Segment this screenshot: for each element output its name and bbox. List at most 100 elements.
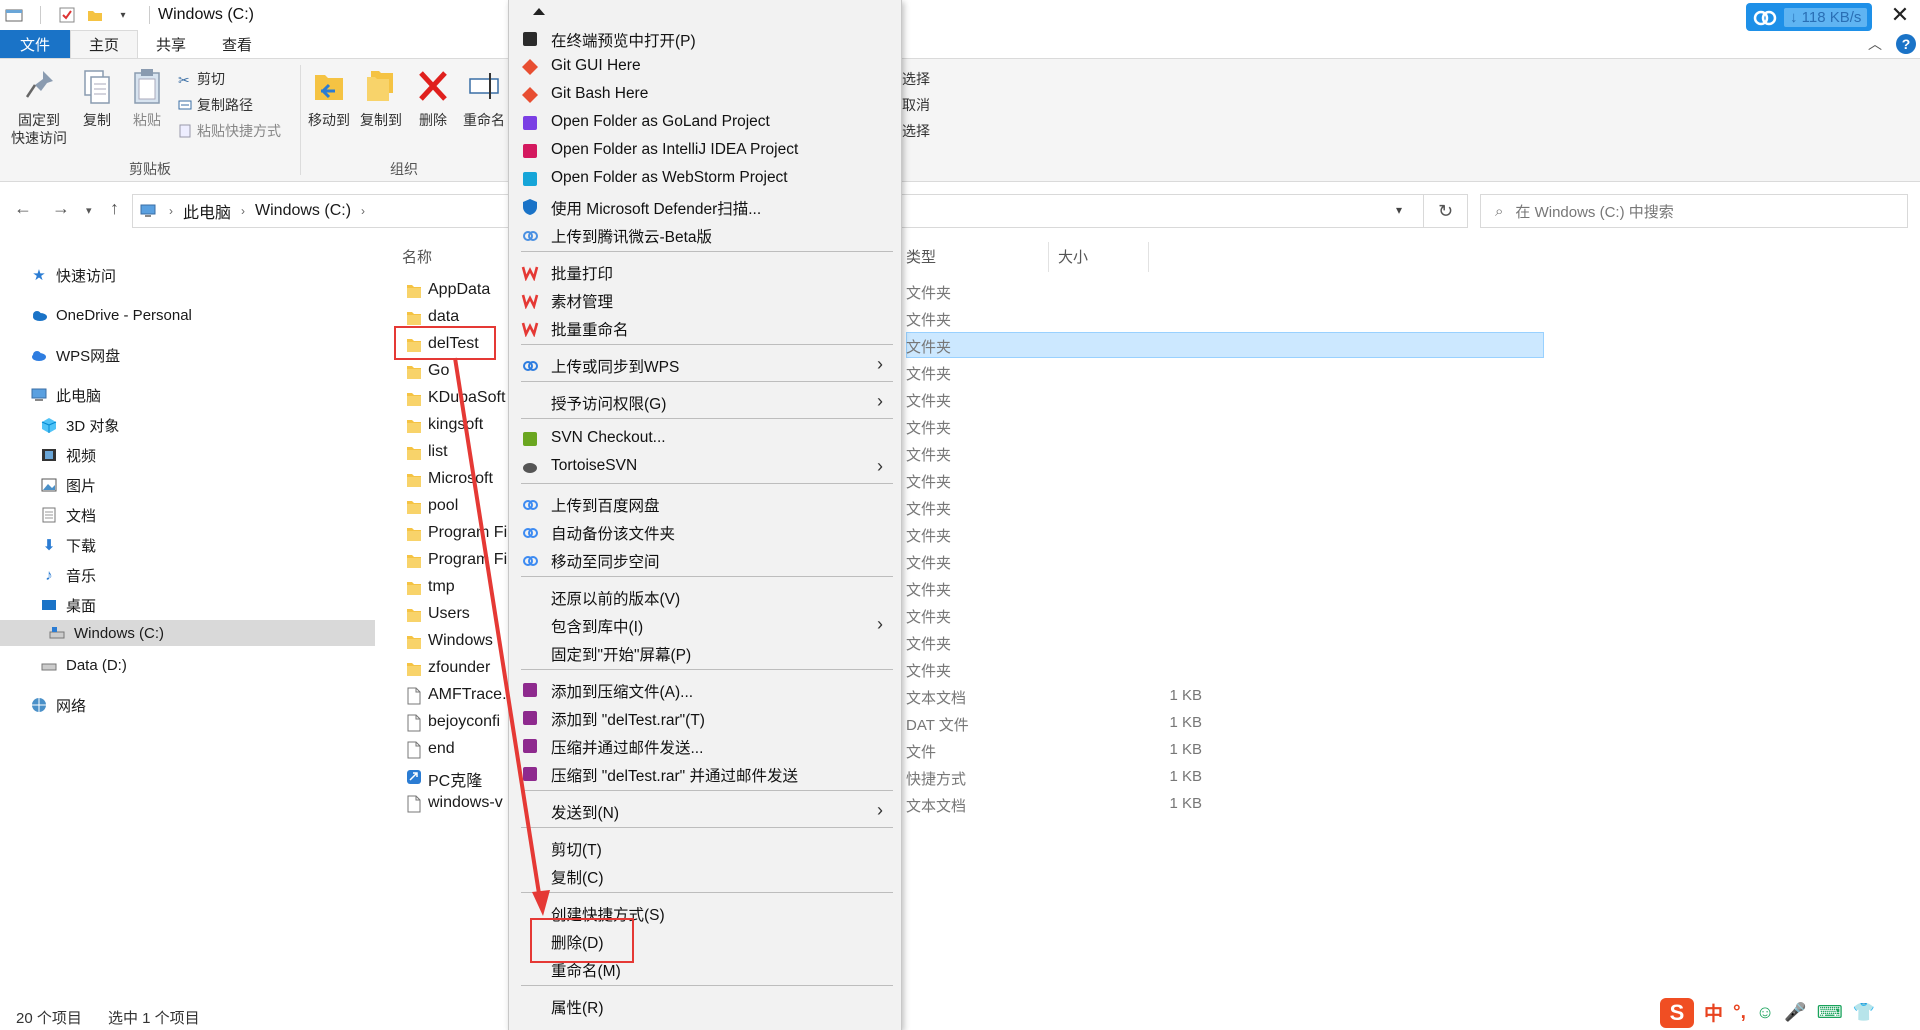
menu-item-label: 上传或同步到WPS — [551, 359, 680, 376]
menu-item[interactable]: 使用 Microsoft Defender扫描... — [509, 193, 903, 221]
properties-check-icon[interactable] — [57, 5, 77, 25]
sidebar-item-onedrive[interactable]: OneDrive - Personal — [30, 302, 192, 328]
back-arrow-icon[interactable]: ← — [14, 198, 32, 219]
forward-arrow-icon[interactable]: → — [52, 198, 70, 219]
copy-to-button[interactable]: 复制到 — [356, 67, 406, 129]
upload-speed-badge[interactable]: ↓ 118 KB/s — [1746, 3, 1872, 31]
sidebar-item-data-d[interactable]: Data (D:) — [40, 652, 127, 678]
column-header-name[interactable]: 名称 — [402, 246, 432, 267]
copy-path-button[interactable]: 复制路径 — [178, 95, 253, 115]
tab-file[interactable]: 文件 — [0, 30, 70, 58]
menu-item[interactable]: Git Bash Here — [509, 81, 903, 109]
skin-icon[interactable]: 👕 — [1853, 1002, 1875, 1023]
breadcrumb-windows-c[interactable]: Windows (C:) — [255, 202, 351, 220]
menu-item[interactable]: Git GUI Here — [509, 53, 903, 81]
copy-button[interactable]: 复制 — [76, 67, 118, 129]
menu-item[interactable]: 授予访问权限(G) › — [509, 388, 903, 416]
menu-item-label: 复制(C) — [551, 870, 604, 887]
cut-button[interactable]: ✂ 剪切 — [178, 69, 225, 89]
tab-home[interactable]: 主页 — [70, 30, 139, 58]
menu-item[interactable]: 移动至同步空间 — [509, 546, 903, 574]
sogou-ime-icon[interactable]: S — [1660, 997, 1694, 1028]
menu-item-label: 还原以前的版本(V) — [551, 591, 681, 608]
move-to-button[interactable]: 移动到 — [304, 67, 354, 129]
menu-item[interactable]: 素材管理 — [509, 286, 903, 314]
menu-item[interactable]: 自动备份该文件夹 — [509, 518, 903, 546]
download-icon: ⬇ — [42, 537, 56, 554]
recent-locations-chevron-icon[interactable]: ▾ — [86, 204, 92, 217]
sidebar-item-pictures[interactable]: 图片 — [40, 472, 96, 498]
menu-item[interactable]: 还原以前的版本(V) — [509, 583, 903, 611]
menu-item[interactable]: 在终端预览中打开(P) — [509, 25, 903, 53]
sidebar-item-network[interactable]: 网络 — [30, 692, 86, 718]
menu-item[interactable]: 上传或同步到WPS › — [509, 351, 903, 379]
svn-checkout-icon — [523, 432, 537, 446]
column-divider[interactable] — [1048, 242, 1049, 272]
ime-punctuation[interactable]: °, — [1733, 1002, 1746, 1024]
invert-selection-button[interactable]: 选择 — [902, 121, 930, 141]
menu-item[interactable]: Open Folder as WebStorm Project — [509, 165, 903, 193]
sidebar-item-downloads[interactable]: ⬇ 下载 — [40, 532, 96, 558]
menu-item[interactable]: Open Folder as IntelliJ IDEA Project — [509, 137, 903, 165]
help-icon[interactable]: ? — [1896, 34, 1916, 54]
submenu-chevron-icon: › — [877, 391, 883, 411]
breadcrumb-chevron-icon[interactable]: › — [361, 204, 365, 218]
menu-item[interactable]: 包含到库中(I) › — [509, 611, 903, 639]
breadcrumb-chevron-icon[interactable]: › — [169, 204, 173, 218]
sidebar-item-windows-c[interactable]: Windows (C:) — [0, 620, 375, 646]
menu-item[interactable]: 添加到压缩文件(A)... — [509, 676, 903, 704]
column-header-type[interactable]: 类型 — [906, 246, 936, 267]
menu-item[interactable]: 上传到百度网盘 — [509, 490, 903, 518]
delete-button[interactable]: 删除 — [412, 67, 454, 129]
tab-view[interactable]: 查看 — [204, 30, 270, 58]
menu-item-label: Git Bash Here — [551, 85, 649, 102]
scroll-up-arrow-icon[interactable] — [533, 8, 545, 15]
keyboard-icon[interactable]: ⌨ — [1817, 1002, 1843, 1023]
menu-item[interactable]: 添加到 "delTest.rar"(T) — [509, 704, 903, 732]
collapse-ribbon-chevron-icon[interactable]: ︿ — [1868, 34, 1882, 54]
menu-item[interactable]: 压缩并通过邮件发送... — [509, 732, 903, 760]
menu-item[interactable]: TortoiseSVN › — [509, 453, 903, 481]
paste-shortcut-button[interactable]: 粘贴快捷方式 — [178, 121, 281, 141]
menu-item[interactable]: 批量重命名 — [509, 314, 903, 342]
search-input[interactable]: ⌕ 在 Windows (C:) 中搜索 — [1480, 194, 1908, 228]
tab-share[interactable]: 共享 — [138, 30, 204, 58]
breadcrumb-this-pc[interactable]: 此电脑 — [183, 199, 231, 223]
ime-mode[interactable]: 中 — [1704, 999, 1723, 1026]
menu-item[interactable]: 压缩到 "delTest.rar" 并通过邮件发送 — [509, 760, 903, 788]
breadcrumb-chevron-icon[interactable]: › — [241, 204, 245, 218]
column-header-size[interactable]: 大小 — [1058, 246, 1088, 267]
sidebar-item-quick-access[interactable]: ★ 快速访问 — [30, 262, 116, 288]
sidebar-item-music[interactable]: ♪ 音乐 — [40, 562, 96, 588]
menu-item[interactable]: 剪切(T) — [509, 834, 903, 862]
address-history-chevron-icon[interactable]: ▾ — [1396, 203, 1402, 217]
menu-item[interactable]: 发送到(N) › — [509, 797, 903, 825]
paste-shortcut-label: 粘贴快捷方式 — [197, 123, 281, 139]
emoji-icon[interactable]: ☺ — [1756, 1002, 1774, 1023]
refresh-button[interactable]: ↻ — [1424, 194, 1468, 228]
paste-button[interactable]: 粘贴 — [126, 67, 168, 129]
microphone-icon[interactable]: 🎤 — [1784, 1002, 1806, 1023]
sidebar-item-desktop[interactable]: 桌面 — [40, 592, 96, 618]
menu-item[interactable]: SVN Checkout... — [509, 425, 903, 453]
new-folder-icon[interactable] — [85, 5, 105, 25]
menu-item[interactable]: 复制(C) — [509, 862, 903, 890]
select-none-button[interactable]: 取消 — [902, 95, 930, 115]
sidebar-item-documents[interactable]: 文档 — [40, 502, 96, 528]
menu-item[interactable]: 固定到"开始"屏幕(P) — [509, 639, 903, 667]
menu-item[interactable]: 上传到腾讯微云-Beta版 — [509, 221, 903, 249]
column-divider[interactable] — [1148, 242, 1149, 272]
sidebar-item-this-pc[interactable]: 此电脑 — [30, 382, 101, 408]
pin-to-quick-access-button[interactable]: 固定到 快速访问 — [8, 67, 70, 147]
menu-item[interactable]: 批量打印 — [509, 258, 903, 286]
sidebar-item-3d-objects[interactable]: 3D 对象 — [40, 412, 119, 438]
customize-quick-access-chevron-icon[interactable]: ▾ — [113, 5, 133, 25]
rename-button[interactable]: 重命名 — [460, 67, 508, 129]
sidebar-item-videos[interactable]: 视频 — [40, 442, 96, 468]
close-window-button[interactable]: ✕ — [1880, 0, 1920, 30]
select-all-button[interactable]: 选择 — [902, 69, 930, 89]
paste-shortcut-icon — [179, 124, 191, 138]
menu-item[interactable]: Open Folder as GoLand Project — [509, 109, 903, 137]
up-arrow-icon[interactable]: ↑ — [110, 198, 119, 219]
sidebar-item-wps-cloud[interactable]: WPS网盘 — [30, 342, 120, 368]
